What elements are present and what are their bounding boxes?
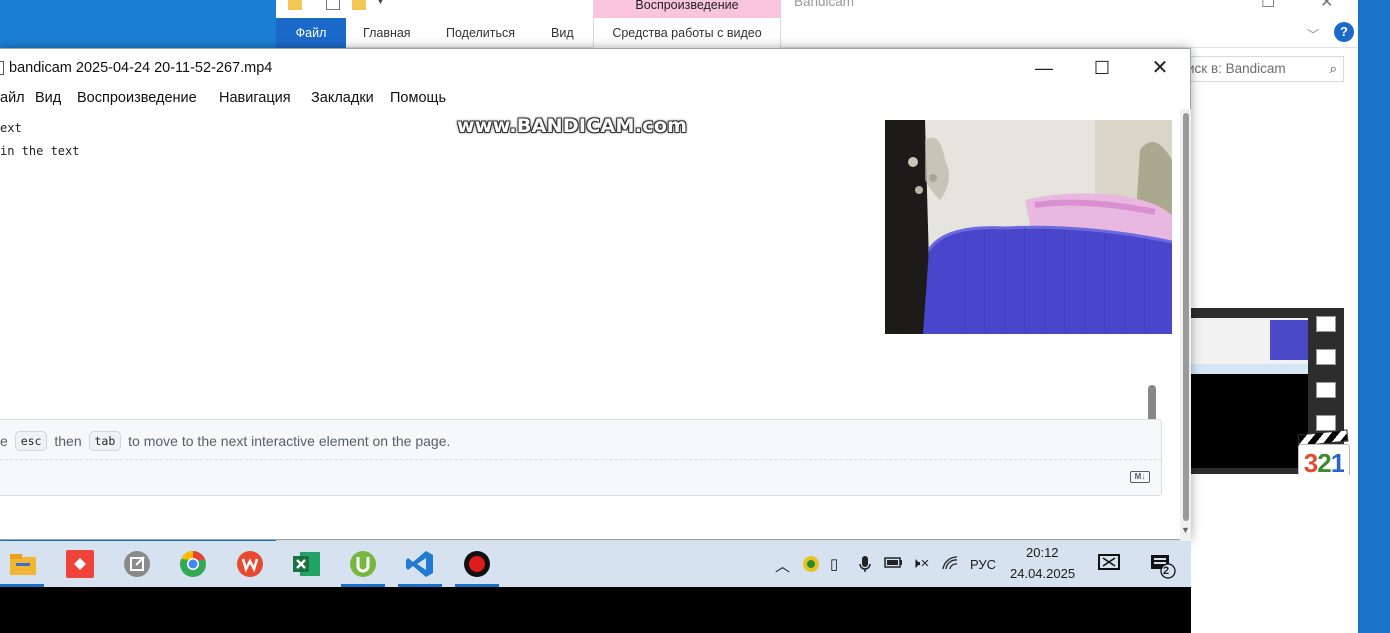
close-icon[interactable]: ✕ <box>1320 0 1333 12</box>
tab-key: tab <box>88 431 122 451</box>
clapper-number: 321 <box>1303 448 1345 478</box>
contextual-tab-group: Воспроизведение <box>593 0 781 18</box>
notepad-app-icon[interactable] <box>122 549 152 579</box>
window-title: bandicam 2025-04-24 20-11-52-267.mp4 <box>9 60 273 76</box>
language-indicator[interactable]: РУС <box>970 557 996 572</box>
ribbon-tabs: Файл Главная Поделиться Вид Средства раб… <box>276 18 1358 48</box>
text-line: in the text <box>0 144 80 158</box>
maximize-button[interactable]: ☐ <box>1073 49 1131 87</box>
properties-icon[interactable] <box>326 0 340 10</box>
webcam-overlay <box>885 120 1172 334</box>
title-bar[interactable]: bandicam 2025-04-24 20-11-52-267.mp4 — ☐… <box>0 49 1190 87</box>
folder-icon[interactable] <box>288 0 302 10</box>
tab-video-tools[interactable]: Средства работы с видео <box>593 18 781 48</box>
window-scrollbar[interactable]: ▼ <box>1180 109 1191 541</box>
microphone-icon[interactable] <box>858 555 872 577</box>
esc-key: esc <box>14 431 48 451</box>
tab-file[interactable]: Файл <box>276 18 346 48</box>
text-line: ext <box>0 121 22 135</box>
markdown-icon[interactable]: M↓ <box>1130 471 1150 483</box>
wifi-icon[interactable] <box>941 555 959 575</box>
tab-view[interactable]: Вид <box>551 18 574 48</box>
webcam-image <box>885 120 1172 334</box>
tab-share[interactable]: Поделиться <box>446 18 515 48</box>
film-hole <box>1316 349 1336 365</box>
window-title: Bandicam <box>794 0 855 9</box>
utorrent-icon[interactable] <box>348 549 378 579</box>
keyboard-hint: e esc then tab to move to the next inter… <box>0 431 451 451</box>
menu-playback[interactable]: Воспроизведение <box>77 90 197 106</box>
film-hole <box>1316 316 1336 332</box>
help-icon[interactable]: ? <box>1334 22 1354 42</box>
new-folder-icon[interactable] <box>352 0 366 10</box>
menu-view[interactable]: Вид <box>35 90 61 106</box>
close-button[interactable]: ✕ <box>1131 49 1189 87</box>
wps-office-icon[interactable] <box>235 549 265 579</box>
explorer-lower-area <box>1191 475 1358 633</box>
volume-muted-icon[interactable]: 🕨× <box>911 555 929 572</box>
menu-help[interactable]: Помощь <box>390 90 446 106</box>
vscode-icon[interactable] <box>405 549 435 579</box>
minimize-button[interactable]: — <box>1015 49 1073 87</box>
screen-bottom-bar <box>0 587 1191 633</box>
phone-link-icon[interactable]: ▯ <box>830 555 838 573</box>
search-icon[interactable]: ⌕ <box>1329 57 1337 81</box>
update-icon[interactable] <box>802 555 820 577</box>
excel-icon[interactable] <box>291 549 321 579</box>
battery-icon[interactable] <box>884 555 904 573</box>
desktop-background <box>0 0 276 48</box>
menu-navigation[interactable]: Навигация <box>219 90 291 106</box>
notification-count: 2 <box>1163 565 1170 577</box>
tab-home[interactable]: Главная <box>363 18 411 48</box>
search-input[interactable]: иск в: Bandicam ⌕ <box>1182 56 1344 82</box>
quick-access-toolbar: ▼ <box>276 0 596 18</box>
scroll-down-icon[interactable]: ▼ <box>1181 525 1190 535</box>
search-placeholder: иск в: Bandicam <box>1187 61 1286 76</box>
chrome-icon[interactable] <box>178 549 208 579</box>
maximize-icon[interactable]: ☐ <box>1261 0 1275 12</box>
ribbon-expand-icon[interactable]: ﹀ <box>1307 26 1319 43</box>
show-hidden-icons-icon[interactable]: ︿ <box>775 555 790 576</box>
file-explorer-icon[interactable] <box>8 549 38 579</box>
film-hole <box>1316 382 1336 398</box>
taskbar: ︿ ▯ 🕨× РУС 20:12 24.04.2025 2 <box>0 541 1191 587</box>
menu-bar: айл Вид Воспроизведение Навигация Заклад… <box>0 87 1180 111</box>
anydesk-icon[interactable] <box>65 549 95 579</box>
bandicam-icon[interactable] <box>462 549 492 579</box>
clock-date[interactable]: 24.04.2025 <box>1010 566 1075 581</box>
chevron-down-icon[interactable]: ▼ <box>376 0 385 6</box>
editor-hint-panel: e esc then tab to move to the next inter… <box>0 419 1162 496</box>
divider <box>0 459 1162 460</box>
clock-time[interactable]: 20:12 <box>1026 545 1059 560</box>
desktop-right-edge <box>1358 0 1390 633</box>
menu-bookmarks[interactable]: Закладки <box>311 90 374 106</box>
thumbnail-frame <box>1190 318 1308 468</box>
keyboard-icon[interactable] <box>1098 553 1120 575</box>
menu-file[interactable]: айл <box>0 90 25 106</box>
film-hole <box>1316 415 1336 431</box>
app-icon <box>0 61 4 75</box>
bandicam-watermark: www.BANDICAM.com <box>457 115 688 137</box>
